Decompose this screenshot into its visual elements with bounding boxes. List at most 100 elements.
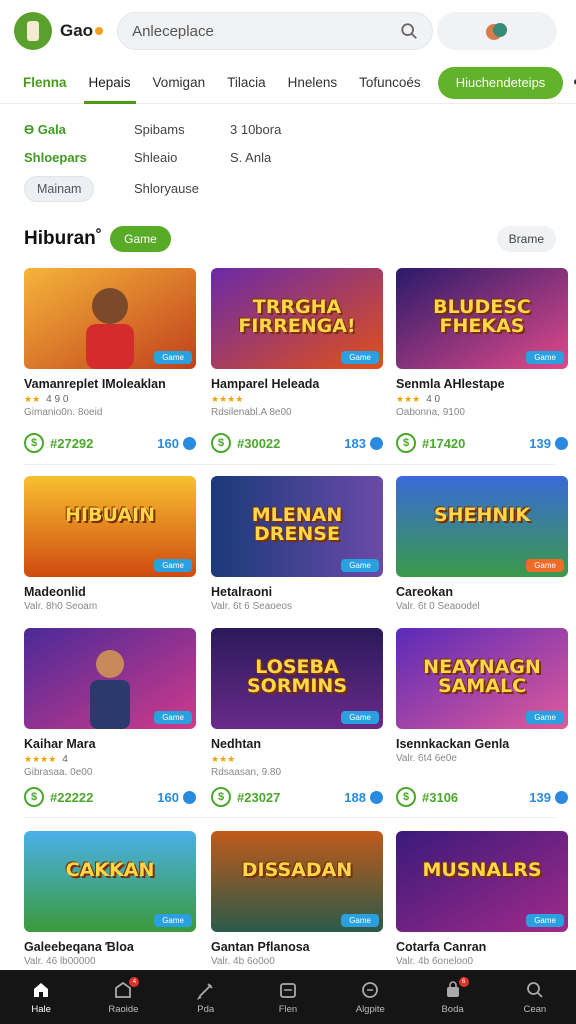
coin-icon: $ — [211, 433, 231, 453]
tab-5[interactable]: Tofuncoés — [348, 62, 432, 104]
tab-2[interactable]: Vomigan — [142, 62, 217, 104]
card-thumbnail[interactable]: Game — [24, 268, 196, 369]
game-card[interactable]: NEAYNAGN SAMALC Game Isennkackan Genla V… — [396, 628, 568, 764]
card-thumbnail[interactable]: Game — [24, 628, 196, 729]
card-tag: Game — [526, 559, 564, 572]
filter-a2[interactable]: Spibams — [134, 122, 185, 137]
game-card[interactable]: LOSEBA SORMINS Game Nedhtan ★★★ Rdsaasan… — [211, 628, 383, 778]
card-tag: Game — [341, 711, 379, 724]
nav-store[interactable]: 4 Raoide — [82, 970, 164, 1024]
card-thumbnail[interactable]: CAKKAN Game — [24, 831, 196, 932]
card-subtitle: Valr. 6t4 6e0e — [396, 753, 457, 764]
filter-a1[interactable]: Ɵ Gala — [24, 122, 66, 137]
nav-home[interactable]: Hale — [0, 970, 82, 1024]
section-header: Hiburan˚ Game Brame — [24, 224, 556, 254]
nav-edit[interactable]: Pda — [165, 970, 247, 1024]
search-icon[interactable] — [400, 22, 418, 40]
search-bar[interactable]: Anleceplace — [117, 12, 434, 50]
home-icon — [34, 982, 49, 997]
card-thumbnail[interactable]: HIBUAIN Game — [24, 476, 196, 577]
card-title: Hetalraoni — [211, 585, 273, 599]
card-count[interactable]: 160 — [157, 790, 196, 805]
top-bar: Gao Anleceplace — [0, 0, 576, 62]
card-thumbnail[interactable]: MLENAN DRENSE Game — [211, 476, 383, 577]
nav-search[interactable]: Cean — [494, 970, 576, 1024]
card-price: #27292 — [50, 435, 94, 451]
game-card[interactable]: BLUDESC FHEKAS Game Senmla AHlestape ★★★… — [396, 268, 568, 418]
card-thumbnail[interactable]: LOSEBA SORMINS Game — [211, 628, 383, 729]
game-card[interactable]: TRRGHA FIRRENGA! Game Hamparel Heleada ★… — [211, 268, 383, 418]
card-count[interactable]: 160 — [157, 436, 196, 451]
card-price: #3106 — [422, 789, 459, 805]
tab-0[interactable]: Flenna — [12, 62, 78, 104]
card-title: Gantan Pflanosa — [211, 940, 310, 954]
coin-icon: $ — [396, 787, 416, 807]
card-title: Galeebeqana Ɓloa — [24, 940, 134, 954]
game-card[interactable]: Game Kaihar Mara ★★★★ 4 Gibrasaa. 0e00 — [24, 628, 196, 778]
filter-c2[interactable]: Shloryause — [134, 181, 199, 196]
divider — [24, 464, 556, 465]
card-title: Careokan — [396, 585, 453, 599]
coin-icon: $ — [24, 787, 44, 807]
tab-1[interactable]: Hepais — [78, 62, 142, 104]
card-tag: Game — [154, 559, 192, 572]
nav-bag[interactable]: 6 Boda — [411, 970, 493, 1024]
card-tag: Game — [341, 914, 379, 927]
card-price: #23027 — [237, 789, 281, 805]
app-logo[interactable] — [14, 12, 52, 50]
card-tag: Game — [154, 351, 192, 364]
brand-name: Gao — [60, 21, 104, 41]
game-card[interactable]: MLENAN DRENSE Game Hetalraoni Valr. 6t 6… — [211, 476, 383, 612]
card-subtitle: Valr. 6t 0 Seaoodel — [396, 601, 480, 612]
card-count[interactable]: 183 — [344, 436, 383, 451]
game-card[interactable]: MUSNALRS Game Cotarfa Canran Valr. 4b 6o… — [396, 831, 568, 967]
nav-calendar[interactable]: Flen — [247, 970, 329, 1024]
card-art-title: HIBUAIN — [65, 504, 155, 526]
game-card[interactable]: DISSADAN Game Gantan Pflanosa Valr. 4b 6… — [211, 831, 383, 967]
card-subtitle: Valr. 46 lb00000 — [24, 956, 96, 967]
card-title: Kaihar Mara — [24, 737, 96, 751]
filter-a3[interactable]: 3 10bora — [230, 122, 281, 137]
price-row: $ #23027 188 — [211, 787, 383, 807]
search-input[interactable]: Anleceplace — [132, 23, 400, 40]
card-price: #22222 — [50, 789, 94, 805]
filter-grid: Ɵ Gala Spibams 3 10bora Shloepars Shleai… — [24, 116, 544, 206]
bottom-nav: Hale 4 Raoide Pda Flen Algpite 6 Boda Ce… — [0, 970, 576, 1024]
filter-chip[interactable]: Mainam — [24, 176, 95, 202]
nav-chat[interactable]: Algpite — [329, 970, 411, 1024]
tab-4[interactable]: Hnelens — [277, 62, 349, 104]
game-card[interactable]: CAKKAN Game Galeebeqana Ɓloa Valr. 46 lb… — [24, 831, 196, 967]
card-thumbnail[interactable]: TRRGHA FIRRENGA! Game — [211, 268, 383, 369]
card-art-title: MUSNALRS — [422, 859, 542, 881]
card-art-title: DISSADAN — [241, 859, 353, 881]
game-card[interactable]: Game Vamanreplet IMoleaklan ★★ 4 9 0 Gima… — [24, 268, 196, 418]
section-badge[interactable]: Game — [110, 226, 171, 252]
tab-pill-button[interactable]: Hiuchendeteips — [437, 66, 564, 99]
section-button[interactable]: Brame — [496, 226, 556, 252]
card-price: #17420 — [422, 435, 466, 451]
card-art-title: TRRGHA FIRRENGA! — [238, 296, 356, 337]
card-thumbnail[interactable]: NEAYNAGN SAMALC Game — [396, 628, 568, 729]
card-thumbnail[interactable]: BLUDESC FHEKAS Game — [396, 268, 568, 369]
filter-b3[interactable]: S. Anla — [230, 150, 271, 165]
card-tag: Game — [341, 559, 379, 572]
profile-area[interactable] — [437, 12, 558, 50]
card-subtitle: Rdsaasan, 9.80 — [211, 767, 282, 778]
card-title: Hamparel Heleada — [211, 377, 320, 391]
card-thumbnail[interactable]: DISSADAN Game — [211, 831, 383, 932]
filter-b2[interactable]: Shleaio — [134, 150, 177, 165]
avatar[interactable] — [485, 19, 509, 43]
tab-3[interactable]: Tilacia — [216, 62, 277, 104]
card-count[interactable]: 139 — [529, 436, 568, 451]
card-count[interactable]: 188 — [344, 790, 383, 805]
game-card[interactable]: SHEHNIK Game Careokan Valr. 6t 0 Seaoode… — [396, 476, 568, 612]
chat-icon — [362, 981, 379, 998]
game-card[interactable]: HIBUAIN Game Madeonlid Valr. 8h0 Seoam — [24, 476, 196, 612]
filter-b1[interactable]: Shloepars — [24, 150, 87, 165]
search-icon — [526, 981, 543, 998]
card-thumbnail[interactable]: SHEHNIK Game — [396, 476, 568, 577]
card-subtitle: Valr. 4b 6oneloo0 — [396, 956, 474, 967]
card-thumbnail[interactable]: MUSNALRS Game — [396, 831, 568, 932]
card-art-title: SHEHNIK — [433, 504, 531, 526]
card-count[interactable]: 139 — [529, 790, 568, 805]
